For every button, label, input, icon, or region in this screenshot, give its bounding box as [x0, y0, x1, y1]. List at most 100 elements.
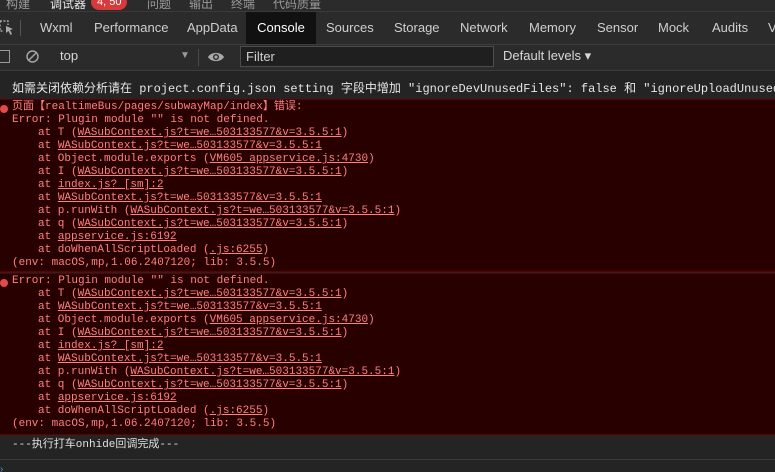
source-link[interactable]: WASubContext.js?t=we…503133577&v=3.5.5:1 — [78, 166, 342, 178]
frame-function: at p.runWith ( — [38, 205, 131, 217]
error-icon — [0, 105, 8, 113]
tab-debugger[interactable]: 调试器 — [50, 0, 86, 11]
eye-icon[interactable] — [207, 51, 225, 63]
frame-function: at — [38, 392, 58, 404]
source-link[interactable]: WASubContext.js?t=we…503133577&v=3.5.5:1 — [58, 192, 322, 204]
stack-frame: at doWhenAllScriptLoaded (.js:6255) — [38, 244, 269, 257]
tab-memory[interactable]: Memory — [520, 12, 585, 44]
frame-function: at T ( — [38, 288, 78, 300]
frame-function: at — [38, 353, 58, 365]
source-link[interactable]: WASubContext.js?t=we…503133577&v=3.5.5:1 — [78, 327, 342, 339]
stack-frame: at T (WASubContext.js?t=we…503133577&v=3… — [38, 288, 348, 301]
frame-suffix: ) — [341, 166, 349, 178]
frame-function: at p.runWith ( — [38, 366, 131, 378]
frame-suffix: ) — [341, 379, 349, 391]
tab-wxml[interactable]: Wxml — [31, 12, 82, 44]
stack-frame: at appservice.js:6192 — [38, 392, 177, 405]
chevron-down-icon[interactable]: ▼ — [180, 50, 190, 61]
tab-code-quality[interactable]: 代码质量 — [273, 0, 321, 11]
filter-input[interactable] — [240, 46, 494, 67]
frame-suffix: ) — [262, 244, 270, 256]
source-link[interactable]: WASubContext.js?t=we…503133577&v=3.5.5:1 — [78, 379, 342, 391]
frame-suffix: ) — [341, 288, 349, 300]
tab-more[interactable]: V — [759, 12, 775, 44]
source-link[interactable]: WASubContext.js?t=we…503133577&v=3.5.5:1 — [58, 301, 322, 313]
tab-audits[interactable]: Audits — [703, 12, 757, 44]
console-output: 如需关闭依赖分析请在 project.config.json setting 字… — [0, 71, 775, 472]
tab-appdata[interactable]: AppData — [178, 12, 247, 44]
frame-function: at q ( — [38, 218, 78, 230]
tab-problems[interactable]: 问题 — [147, 0, 171, 11]
frame-function: at I ( — [38, 327, 78, 339]
source-link[interactable]: .js:6255 — [210, 405, 263, 417]
tab-console[interactable]: Console — [246, 12, 316, 44]
log-message: ---执行打车onhide回调完成--- — [12, 439, 180, 451]
stack-frame: at index.js? [sm]:2 — [38, 179, 163, 192]
stack-frame: at q (WASubContext.js?t=we…503133577&v=3… — [38, 218, 348, 231]
source-link[interactable]: WASubContext.js?t=we…503133577&v=3.5.5:1 — [130, 366, 394, 378]
stack-frame: at doWhenAllScriptLoaded (.js:6255) — [38, 405, 269, 418]
source-link[interactable]: WASubContext.js?t=we…503133577&v=3.5.5:1 — [58, 353, 322, 365]
error-count-badge: 4, 50 — [91, 0, 128, 10]
error-env: (env: macOS,mp,1.06.2407120; lib: 3.5.5) — [12, 418, 277, 430]
frame-function: at T ( — [38, 127, 78, 139]
source-link[interactable]: index.js? [sm]:2 — [58, 340, 164, 352]
clear-console-icon[interactable] — [26, 50, 39, 63]
frame-function: at — [38, 231, 58, 243]
source-link[interactable]: WASubContext.js?t=we…503133577&v=3.5.5:1 — [58, 140, 322, 152]
source-link[interactable]: appservice.js:6192 — [58, 392, 177, 404]
stack-frame: at Object.module.exports (VM605 appservi… — [38, 153, 375, 166]
console-prompt-icon[interactable]: › — [0, 464, 3, 472]
frame-suffix: ) — [368, 314, 375, 326]
stack-frame: at T (WASubContext.js?t=we…503133577&v=3… — [38, 127, 348, 140]
panel-tab-bar: 构建 调试器 4, 50 问题 输出 终端 代码质量 — [0, 0, 775, 12]
frame-function: at Object.module.exports ( — [38, 153, 210, 165]
tab-terminal[interactable]: 终端 — [231, 0, 255, 11]
error-env: (env: macOS,mp,1.06.2407120; lib: 3.5.5) — [12, 257, 277, 269]
console-divider — [0, 459, 775, 460]
tab-performance[interactable]: Performance — [85, 12, 177, 44]
stack-frame: at index.js? [sm]:2 — [38, 340, 163, 353]
error-icon — [0, 279, 8, 287]
frame-function: at — [38, 140, 58, 152]
stack-frame: at WASubContext.js?t=we…503133577&v=3.5.… — [38, 353, 322, 366]
frame-suffix: ) — [341, 327, 349, 339]
frame-function: at — [38, 179, 58, 191]
tab-network[interactable]: Network — [451, 12, 517, 44]
source-link[interactable]: WASubContext.js?t=we…503133577&v=3.5.5:1 — [78, 218, 342, 230]
frame-function: at doWhenAllScriptLoaded ( — [38, 244, 210, 256]
context-selector[interactable]: top — [60, 48, 78, 63]
source-link[interactable]: WASubContext.js?t=we…503133577&v=3.5.5:1 — [130, 205, 394, 217]
inspect-element-icon[interactable] — [0, 20, 14, 36]
frame-suffix: ) — [368, 153, 375, 165]
stack-frame: at WASubContext.js?t=we…503133577&v=3.5.… — [38, 192, 322, 205]
error-text: Error: Plugin module "" is not defined. — [12, 114, 270, 126]
tab-output[interactable]: 输出 — [189, 0, 213, 11]
error-message-2: Error: Plugin module "" is not defined. … — [0, 273, 775, 435]
source-link[interactable]: VM605 appservice.js:4730 — [210, 153, 368, 165]
error-header: 页面【realtimeBus/pages/subwayMap/index】错误: — [12, 101, 303, 113]
tab-storage[interactable]: Storage — [385, 12, 449, 44]
source-link[interactable]: WASubContext.js?t=we…503133577&v=3.5.5:1 — [78, 288, 342, 300]
tab-sources[interactable]: Sources — [317, 12, 383, 44]
source-link[interactable]: appservice.js:6192 — [58, 231, 177, 243]
stack-frame: at I (WASubContext.js?t=we…503133577&v=3… — [38, 327, 348, 340]
source-link[interactable]: index.js? [sm]:2 — [58, 179, 164, 191]
stack-frame: at p.runWith (WASubContext.js?t=we…50313… — [38, 366, 401, 379]
log-levels-dropdown[interactable]: Default levels ▾ — [503, 48, 591, 64]
stack-frame: at appservice.js:6192 — [38, 231, 177, 244]
source-link[interactable]: WASubContext.js?t=we…503133577&v=3.5.5:1 — [78, 127, 342, 139]
tab-build[interactable]: 构建 — [6, 0, 30, 11]
error-message-1: 页面【realtimeBus/pages/subwayMap/index】错误:… — [0, 99, 775, 272]
frame-function: at — [38, 192, 58, 204]
stack-frame: at p.runWith (WASubContext.js?t=we…50313… — [38, 205, 401, 218]
tab-sensor[interactable]: Sensor — [588, 12, 647, 44]
tab-mock[interactable]: Mock — [649, 12, 698, 44]
source-link[interactable]: .js:6255 — [210, 244, 263, 256]
frame-function: at I ( — [38, 166, 78, 178]
source-link[interactable]: VM605 appservice.js:4730 — [210, 314, 368, 326]
frame-function: at q ( — [38, 379, 78, 391]
sidebar-toggle-icon[interactable] — [0, 50, 10, 63]
frame-suffix: ) — [341, 127, 349, 139]
console-toolbar: top ▼ Default levels ▾ — [0, 45, 775, 71]
